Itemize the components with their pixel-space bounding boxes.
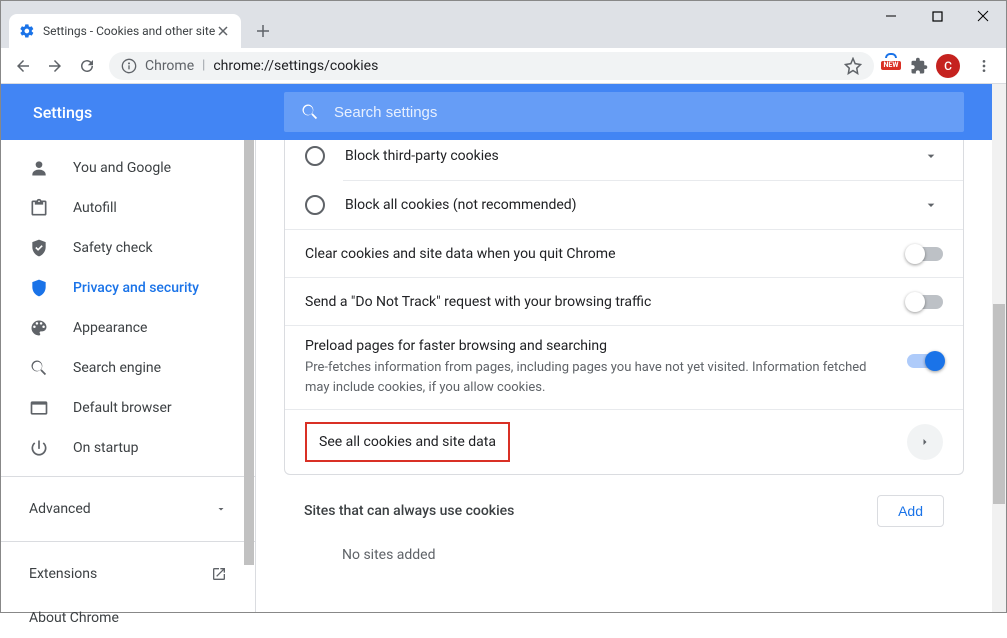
sidebar-item-search-engine[interactable]: Search engine [1, 348, 255, 388]
radio-block-all[interactable]: Block all cookies (not recommended) [285, 181, 963, 229]
extensions-icon[interactable] [910, 57, 928, 75]
sidebar-advanced[interactable]: Advanced [1, 485, 255, 533]
row-description: Pre-fetches information from pages, incl… [305, 358, 891, 397]
settings-header: Settings [1, 84, 992, 140]
reload-button[interactable] [71, 50, 103, 82]
sidebar-item-you-and-google[interactable]: You and Google [1, 148, 255, 188]
external-link-icon [211, 566, 227, 582]
page-title: Settings [33, 103, 92, 122]
sidebar-item-label: On startup [73, 440, 139, 456]
row-label: Preload pages for faster browsing and se… [305, 338, 891, 354]
row-see-all-cookies[interactable]: See all cookies and site data [285, 409, 963, 474]
sidebar-item-label: Privacy and security [73, 280, 199, 296]
toggle-switch[interactable] [907, 354, 943, 368]
back-button[interactable] [7, 50, 39, 82]
sidebar-item-on-startup[interactable]: On startup [1, 428, 255, 468]
no-sites-text: No sites added [284, 527, 964, 583]
browser-tab[interactable]: Settings - Cookies and other site [9, 14, 241, 48]
row-preload-pages[interactable]: Preload pages for faster browsing and se… [285, 325, 963, 409]
search-settings[interactable] [284, 92, 964, 132]
toolbar: Chrome | chrome://settings/cookies NEW C [1, 48, 1006, 84]
shield-check-icon [29, 238, 49, 258]
new-badge-icon[interactable]: NEW [880, 57, 902, 75]
radio-block-third-party[interactable]: Block third-party cookies [285, 140, 963, 180]
row-label: Send a "Do Not Track" request with your … [305, 294, 891, 310]
radio-icon [305, 146, 325, 166]
window-titlebar: Settings - Cookies and other site [1, 1, 1006, 48]
sidebar-item-appearance[interactable]: Appearance [1, 308, 255, 348]
sidebar-item-label: You and Google [73, 160, 171, 176]
main-panel: Block third-party cookies Block all cook… [256, 140, 992, 612]
sidebar-about-chrome[interactable]: About Chrome [1, 598, 255, 638]
url-chip: Chrome [145, 58, 194, 74]
url-text: chrome://settings/cookies [213, 58, 844, 74]
chevron-down-icon[interactable] [919, 144, 943, 168]
radio-label: Block all cookies (not recommended) [345, 197, 919, 213]
sidebar-item-privacy-security[interactable]: Privacy and security [1, 268, 255, 308]
sidebar-item-label: Safety check [73, 240, 153, 256]
sidebar: You and Google Autofill Safety check Pri… [1, 140, 256, 612]
row-clear-on-quit[interactable]: Clear cookies and site data when you qui… [285, 229, 963, 277]
power-icon [29, 438, 49, 458]
minimize-button[interactable] [868, 1, 914, 31]
sites-always-section: Sites that can always use cookies Add [284, 475, 964, 527]
toggle-switch[interactable] [907, 247, 943, 261]
clipboard-icon [29, 198, 49, 218]
page-scrollbar[interactable] [992, 84, 1006, 612]
divider [1, 541, 255, 542]
close-icon[interactable] [215, 23, 231, 39]
sidebar-scrollbar[interactable] [243, 140, 255, 612]
new-tab-button[interactable] [249, 17, 277, 45]
star-icon[interactable] [844, 57, 862, 75]
search-input[interactable] [334, 104, 948, 121]
sidebar-item-label: Appearance [73, 320, 147, 336]
sidebar-item-safety-check[interactable]: Safety check [1, 228, 255, 268]
sidebar-item-default-browser[interactable]: Default browser [1, 388, 255, 428]
shield-icon [29, 278, 49, 298]
browser-icon [29, 398, 49, 418]
maximize-button[interactable] [914, 1, 960, 31]
section-label: Sites that can always use cookies [284, 503, 877, 519]
person-icon [29, 158, 49, 178]
tab-title: Settings - Cookies and other site [43, 24, 215, 38]
search-icon [300, 102, 320, 122]
row-label: Clear cookies and site data when you qui… [305, 246, 891, 262]
row-do-not-track[interactable]: Send a "Do Not Track" request with your … [285, 277, 963, 325]
radio-icon [305, 195, 325, 215]
sidebar-item-autofill[interactable]: Autofill [1, 188, 255, 228]
close-window-button[interactable] [960, 1, 1006, 31]
settings-card: Block third-party cookies Block all cook… [284, 140, 964, 475]
menu-icon[interactable] [968, 50, 1000, 82]
window-controls [868, 1, 1006, 31]
radio-label: Block third-party cookies [345, 148, 919, 164]
gear-icon [19, 23, 35, 39]
highlight-box: See all cookies and site data [305, 422, 510, 462]
sidebar-item-label: Default browser [73, 400, 172, 416]
palette-icon [29, 318, 49, 338]
site-info-icon[interactable] [121, 58, 137, 74]
sidebar-item-label: Search engine [73, 360, 161, 376]
add-button[interactable]: Add [877, 495, 944, 527]
divider [1, 476, 255, 477]
forward-button[interactable] [39, 50, 71, 82]
sidebar-extensions[interactable]: Extensions [1, 550, 255, 598]
sidebar-item-label: Autofill [73, 200, 117, 216]
page-content: Settings You and Google Autofill [1, 84, 1006, 612]
arrow-right-icon[interactable] [907, 424, 943, 460]
chevron-down-icon [215, 503, 227, 515]
search-icon [29, 358, 49, 378]
chevron-down-icon[interactable] [919, 193, 943, 217]
address-bar[interactable]: Chrome | chrome://settings/cookies [109, 52, 874, 80]
profile-avatar[interactable]: C [936, 54, 960, 78]
url-separator: | [202, 58, 205, 73]
toggle-switch[interactable] [907, 295, 943, 309]
